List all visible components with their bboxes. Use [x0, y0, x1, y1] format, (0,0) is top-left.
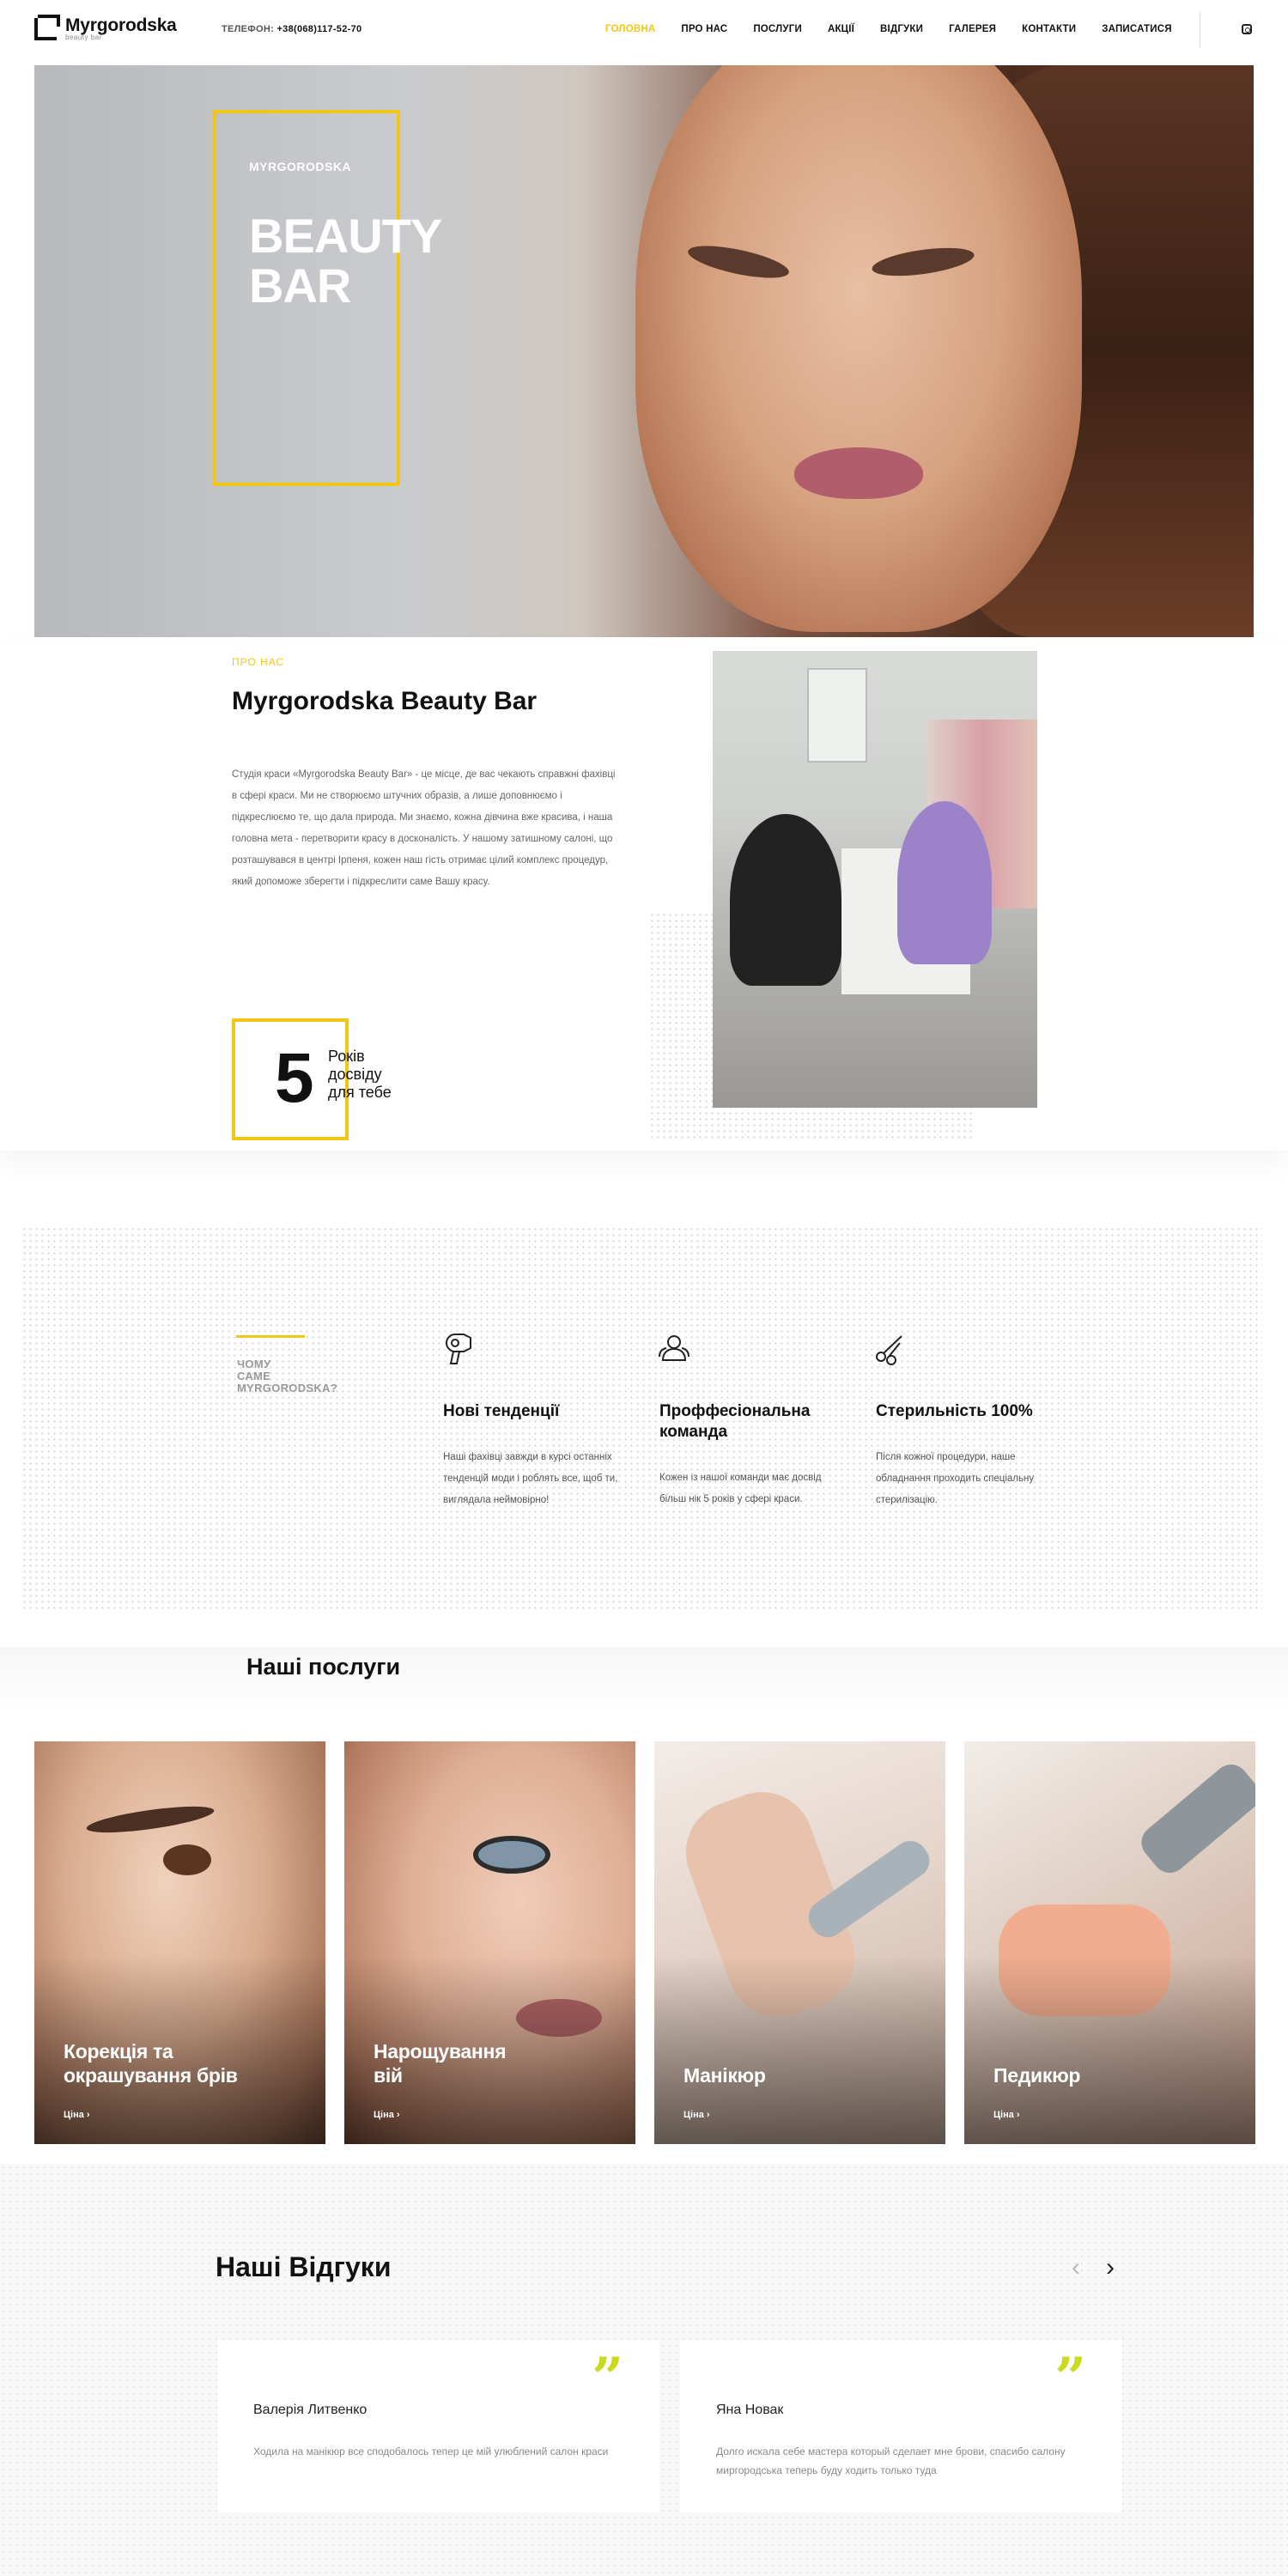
chevron-right-icon: ›: [86, 2110, 90, 2120]
hero-kicker: MYRGORODSKA: [249, 160, 352, 173]
review-card: ” Валерія Литвенко Ходила на манікюр все…: [217, 2341, 659, 2512]
review-text: Долго искала себе мастера который сделае…: [716, 2445, 1066, 2476]
phone-label: ТЕЛЕФОН:: [222, 24, 275, 34]
nav-item-home[interactable]: ГОЛОВНА: [605, 24, 655, 34]
why-accent-line: [236, 1335, 305, 1338]
review-text: Ходила на манікюр все сподобалось тепер …: [253, 2445, 609, 2458]
years-number: 5: [275, 1039, 314, 1117]
nav-item-gallery[interactable]: ГАЛЕРЕЯ: [949, 24, 996, 34]
hero-title-line1: BEAUTY: [249, 209, 442, 263]
eye-shape: [473, 1836, 550, 1874]
reviews-title: Наші Відгуки: [216, 2251, 392, 2282]
scissors-icon: [876, 1335, 902, 1365]
reviews-prev-arrow[interactable]: ‹: [1072, 2255, 1080, 2281]
quote-icon: ”: [592, 2346, 623, 2410]
price-label: Ціна: [683, 2110, 704, 2120]
nav-item-contacts[interactable]: КОНТАКТИ: [1022, 24, 1076, 34]
feature-title: Проффесіональна команда: [659, 1402, 811, 1441]
feature-text: Кожен із нашої команди має досвід більш …: [659, 1473, 822, 1504]
service-title-line1: Нарощування: [374, 2040, 507, 2063]
logo-subtitle: beauty bar: [65, 33, 102, 41]
about-text: Студія краси «Myrgorodska Beauty Bar» - …: [232, 769, 616, 887]
service-card-lashes[interactable]: Нарощування вій Ціна ›: [344, 1741, 635, 2144]
nav-item-promotions[interactable]: АКЦІЇ: [828, 24, 854, 34]
services-title: Наші послуги: [246, 1654, 401, 1680]
nav-item-reviews[interactable]: ВІДГУКИ: [880, 24, 923, 34]
phone-number[interactable]: +38(068)117-52-70: [276, 24, 361, 34]
logo-text: Myrgorodska beauty bar: [65, 15, 177, 41]
price-label: Ціна: [993, 2110, 1014, 2120]
eye-shape: [163, 1844, 211, 1875]
salon-window: [807, 668, 867, 762]
price-label: Ціна: [374, 2110, 394, 2120]
years-caption-line2: досвіду: [328, 1066, 382, 1083]
service-card-pedicure[interactable]: Педикюр Ціна ›: [964, 1741, 1255, 2144]
logo-title: Myrgorodska: [65, 15, 177, 35]
hero-title: BEAUTY BAR: [249, 209, 442, 313]
price-label: Ціна: [64, 2110, 84, 2120]
hair-dryer-icon: [445, 1334, 471, 1364]
nav-item-book[interactable]: ЗАПИСАТИСЯ: [1102, 24, 1172, 34]
logo-mark-icon: [34, 15, 60, 40]
years-caption-line1: Років: [328, 1048, 365, 1065]
about-title: Myrgorodska Beauty Bar: [232, 687, 538, 715]
about-kicker: ПРО НАС: [232, 656, 285, 668]
service-title-line2: окрашування брів: [64, 2064, 238, 2087]
service-card-brows[interactable]: Корекція та окрашування брів Ціна ›: [34, 1741, 325, 2144]
service-title-line1: Педикюр: [993, 2064, 1081, 2087]
quote-icon: ”: [1054, 2346, 1086, 2410]
about-section: [0, 644, 1288, 1151]
salon-person: [730, 814, 841, 986]
service-price-link[interactable]: Ціна ›: [993, 2110, 1020, 2120]
review-card: ” Яна Новак Долго искала себе мастера ко…: [680, 2341, 1122, 2512]
why-label-line2: САМЕ: [237, 1370, 271, 1382]
service-title-line1: Манікюр: [683, 2064, 766, 2087]
hero-lips: [794, 447, 923, 499]
service-title-line2: вій: [374, 2064, 403, 2087]
service-title: Педикюр: [993, 2063, 1080, 2087]
header-phone[interactable]: ТЕЛЕФОН: +38(068)117-52-70: [222, 24, 361, 34]
chevron-right-icon: ›: [706, 2110, 710, 2120]
feature-text: Наші фахівці завжди в курсі останніх тен…: [443, 1452, 618, 1505]
why-label: ЧОМУ САМЕ MYRGORODSKA?: [237, 1358, 357, 1394]
service-title: Корекція та окрашування брів: [64, 2039, 238, 2087]
chevron-right-icon: ›: [1016, 2110, 1020, 2120]
main-nav: ГОЛОВНА ПРО НАС ПОСЛУГИ АКЦІЇ ВІДГУКИ ГА…: [605, 24, 1198, 34]
tool-shape: [1134, 1757, 1255, 1880]
logo[interactable]: Myrgorodska beauty bar: [34, 15, 177, 41]
feature-title: Стерильність 100%: [876, 1402, 1033, 1420]
brow-shape: [85, 1801, 216, 1838]
hero-title-line2: BAR: [249, 258, 351, 313]
feature-text: Після кожної процедури, наше обладнання …: [876, 1452, 1035, 1505]
hero-model-image: [635, 65, 1082, 632]
nav-item-about[interactable]: ПРО НАС: [681, 24, 727, 34]
service-card-manicure[interactable]: Манікюр Ціна ›: [654, 1741, 945, 2144]
review-author: Валерія Литвенко: [253, 2403, 368, 2417]
services-header-band: [0, 1647, 1288, 1716]
service-title: Манікюр: [683, 2063, 766, 2087]
chevron-right-icon: ›: [396, 2110, 400, 2120]
feature-title: Нові тенденції: [443, 1402, 560, 1420]
years-caption-line3: для тебе: [328, 1084, 392, 1101]
team-icon: [659, 1335, 690, 1361]
service-price-link[interactable]: Ціна ›: [374, 2110, 400, 2120]
service-title: Нарощування вій: [374, 2039, 507, 2087]
site-header: Myrgorodska beauty bar ТЕЛЕФОН: +38(068)…: [0, 0, 1288, 62]
salon-photo: [713, 651, 1037, 1108]
why-label-line1: ЧОМУ: [237, 1358, 271, 1370]
service-price-link[interactable]: Ціна ›: [64, 2110, 90, 2120]
service-title-line1: Корекція та: [64, 2040, 173, 2063]
review-author: Яна Новак: [716, 2403, 784, 2417]
instagram-icon[interactable]: [1242, 24, 1252, 34]
service-price-link[interactable]: Ціна ›: [683, 2110, 710, 2120]
nav-item-services[interactable]: ПОСЛУГИ: [753, 24, 802, 34]
reviews-next-arrow[interactable]: ›: [1106, 2255, 1115, 2281]
salon-person: [897, 801, 992, 964]
why-label-line3: MYRGORODSKA?: [237, 1382, 337, 1394]
why-section: [21, 1226, 1262, 1609]
years-caption: Років досвіду для тебе: [328, 1048, 431, 1102]
